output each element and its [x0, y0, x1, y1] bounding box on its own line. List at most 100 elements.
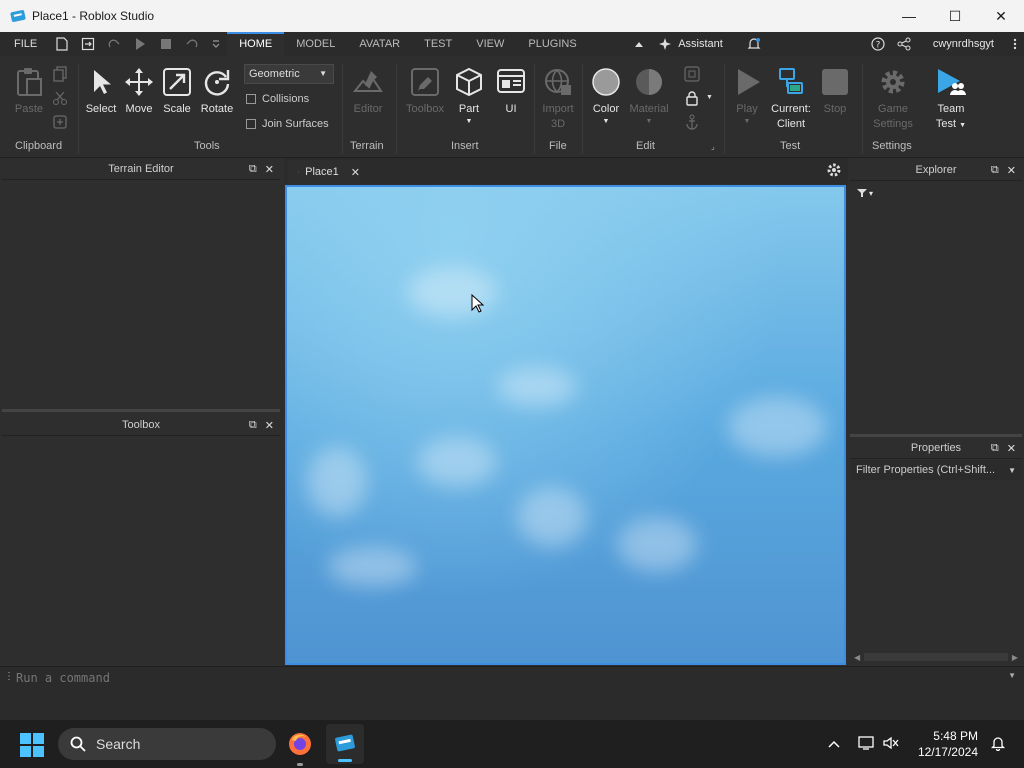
horizontal-scrollbar[interactable]: ◀ ▶ — [854, 652, 1018, 662]
customize-dropdown-icon[interactable] — [211, 37, 221, 51]
stop-button[interactable]: Stop — [818, 66, 852, 117]
scale-tool-button[interactable]: Scale — [160, 66, 194, 117]
explorer-filter-button[interactable]: ▾ — [856, 188, 873, 198]
drag-handle-icon[interactable]: ⋮ — [4, 671, 14, 682]
tab-model[interactable]: MODEL — [284, 32, 347, 56]
ui-button[interactable]: UI — [494, 66, 528, 117]
notification-bell-icon[interactable] — [990, 735, 1006, 754]
windows-start-icon[interactable] — [20, 733, 44, 760]
tab-avatar[interactable]: AVATAR — [347, 32, 412, 56]
minimize-button[interactable]: — — [886, 0, 932, 32]
checkbox-box[interactable] — [246, 119, 256, 129]
color-button[interactable]: Color ▼ — [588, 66, 624, 127]
notification-bell-icon[interactable] — [747, 37, 761, 51]
group-label-file: File — [549, 140, 567, 152]
terrain-editor-button[interactable]: Editor — [348, 66, 388, 117]
share-icon[interactable] — [897, 37, 911, 51]
material-button[interactable]: Material ▼ — [626, 66, 672, 127]
chevron-up-icon[interactable] — [828, 737, 840, 751]
tab-place1[interactable]: Place1 ✕ — [288, 160, 360, 184]
material-dropdown-arrow[interactable]: ▼ — [646, 117, 653, 127]
more-options-icon[interactable] — [1008, 37, 1022, 51]
sky-cloud — [327, 547, 417, 587]
undock-icon[interactable]: ⧉ — [991, 164, 999, 177]
undock-icon[interactable]: ⧉ — [249, 163, 257, 176]
tab-plugins[interactable]: PLUGINS — [516, 32, 588, 56]
join-surfaces-checkbox[interactable]: Join Surfaces — [246, 118, 329, 130]
edit-expand-icon[interactable]: ⌟ — [711, 142, 715, 151]
team-test-dropdown-arrow[interactable]: ▼ — [959, 122, 966, 129]
close-icon[interactable]: ✕ — [1007, 164, 1016, 177]
redo-icon[interactable] — [107, 37, 121, 51]
anchor-icon[interactable] — [684, 114, 700, 133]
cut-icon[interactable] — [52, 90, 68, 109]
collapse-ribbon-icon[interactable] — [632, 37, 646, 51]
play-button[interactable]: Play ▼ — [730, 66, 764, 127]
scroll-left-icon[interactable]: ◀ — [854, 653, 860, 662]
copy-icon[interactable] — [52, 66, 68, 85]
panel-splitter[interactable] — [2, 409, 280, 412]
assistant-sparkle-icon[interactable] — [658, 37, 672, 51]
collisions-checkbox[interactable]: Collisions — [246, 93, 309, 105]
duplicate-icon[interactable] — [52, 114, 68, 133]
mouse-cursor-icon — [471, 294, 485, 313]
network-icon[interactable] — [858, 735, 876, 754]
tab-home[interactable]: HOME — [227, 32, 285, 56]
game-settings-button[interactable]: Game Settings — [868, 66, 918, 132]
chevron-down-icon[interactable]: ▼ — [1008, 671, 1016, 680]
taskbar-search[interactable]: Search — [58, 728, 276, 760]
taskbar-clock[interactable]: 5:48 PM 12/17/2024 — [918, 728, 978, 760]
snap-mode-dropdown[interactable]: Geometric ▼ — [244, 64, 334, 84]
command-input[interactable] — [16, 670, 916, 685]
team-test-button[interactable]: Team Test ▼ — [928, 66, 974, 133]
close-icon[interactable]: ✕ — [265, 163, 274, 176]
undo-icon[interactable] — [185, 37, 199, 51]
filter-properties-input[interactable]: Filter Properties (Ctrl+Shift... ▼ — [850, 460, 1022, 480]
assistant-button[interactable]: Assistant — [678, 38, 723, 50]
checkbox-box[interactable] — [246, 94, 256, 104]
3d-viewport[interactable] — [285, 185, 846, 665]
part-dropdown-arrow[interactable]: ▼ — [466, 117, 473, 127]
chevron-down-icon[interactable]: ▼ — [1008, 466, 1016, 475]
lock-icon[interactable] — [684, 90, 700, 109]
group-icon[interactable] — [684, 66, 700, 85]
play-icon[interactable] — [133, 37, 147, 51]
close-button[interactable]: ✕ — [978, 0, 1024, 32]
file-menu[interactable]: FILE — [0, 38, 49, 50]
close-icon[interactable]: ✕ — [265, 419, 274, 432]
tab-view[interactable]: VIEW — [464, 32, 516, 56]
open-file-icon[interactable] — [81, 37, 95, 51]
undock-icon[interactable]: ⧉ — [991, 442, 999, 455]
maximize-button[interactable]: ☐ — [932, 0, 978, 32]
new-file-icon[interactable] — [55, 37, 69, 51]
viewport-settings-icon[interactable] — [826, 162, 842, 181]
close-icon[interactable]: ✕ — [1007, 442, 1016, 455]
help-icon[interactable]: ? — [871, 37, 885, 51]
ribbon-separator — [862, 64, 863, 154]
paste-button[interactable]: Paste — [12, 66, 46, 117]
ribbon-toolbar: Paste Clipboard Select Move Scale Rotate — [0, 56, 1024, 158]
color-dropdown-arrow[interactable]: ▼ — [603, 117, 610, 127]
document-tabs: Place1 ✕ — [284, 158, 848, 184]
toolbox-button[interactable]: Toolbox — [402, 66, 448, 117]
lock-dropdown-arrow[interactable]: ▼ — [706, 94, 713, 101]
scroll-right-icon[interactable]: ▶ — [1012, 653, 1018, 662]
move-tool-button[interactable]: Move — [122, 66, 156, 117]
stop-icon[interactable] — [159, 37, 173, 51]
undock-icon[interactable]: ⧉ — [249, 419, 257, 432]
group-label-tools: Tools — [194, 140, 220, 152]
scrollbar-thumb[interactable] — [864, 653, 1008, 661]
part-button[interactable]: Part ▼ — [452, 66, 486, 127]
firefox-icon[interactable] — [288, 732, 312, 759]
close-tab-icon[interactable]: ✕ — [351, 166, 360, 179]
current-client-button[interactable]: Current: Client — [766, 66, 816, 132]
play-dropdown-arrow[interactable]: ▼ — [744, 117, 751, 127]
sky-cloud — [307, 447, 367, 517]
volume-muted-icon[interactable] — [882, 735, 900, 754]
rotate-tool-button[interactable]: Rotate — [198, 66, 236, 117]
import-3d-button[interactable]: Import 3D — [538, 66, 578, 132]
select-tool-button[interactable]: Select — [84, 66, 118, 117]
taskbar-roblox-studio[interactable] — [326, 724, 364, 764]
username[interactable]: cwynrdhsgyt — [933, 38, 994, 50]
tab-test[interactable]: TEST — [412, 32, 464, 56]
